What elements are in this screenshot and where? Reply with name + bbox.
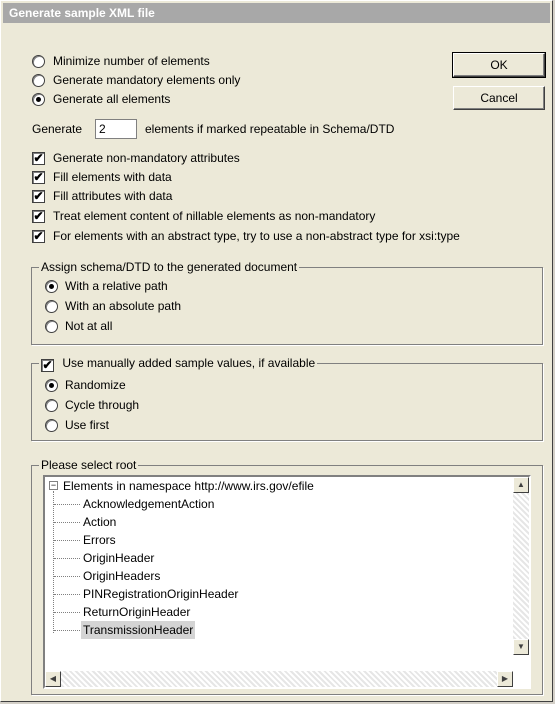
checkbox-fill-elements-label: Fill elements with data (53, 170, 172, 184)
radio-minimize-label: Minimize number of elements (53, 54, 210, 68)
radio-randomize[interactable] (45, 379, 58, 392)
minus-box-icon[interactable]: − (49, 481, 58, 490)
arrow-up-icon[interactable]: ▲ (513, 477, 529, 493)
title-bar: Generate sample XML file (3, 3, 550, 23)
tree-item[interactable]: OriginHeaders (83, 567, 160, 585)
ok-button[interactable]: OK (452, 52, 546, 78)
radio-absolute-path-label: With an absolute path (65, 299, 182, 313)
arrow-right-icon[interactable]: ▶ (497, 671, 513, 687)
root-tree-view[interactable]: − Elements in namespace http://www.irs.g… (43, 475, 531, 689)
arrow-left-icon[interactable]: ◀ (45, 671, 61, 687)
radio-mandatory-only[interactable] (32, 74, 45, 87)
radio-use-first-label: Use first (65, 418, 110, 432)
checkbox-nillable[interactable]: ✔ (32, 210, 45, 223)
checkbox-abstract-type-label: For elements with an abstract type, try … (53, 229, 460, 243)
tree-connector (54, 522, 80, 523)
radio-cycle-through-label: Cycle through (65, 398, 140, 412)
radio-not-at-all[interactable] (45, 320, 58, 333)
cancel-button[interactable]: Cancel (453, 86, 545, 110)
tree-connector (54, 594, 80, 595)
checkbox-fill-elements[interactable]: ✔ (32, 171, 45, 184)
checkbox-abstract-type[interactable]: ✔ (32, 230, 45, 243)
horizontal-scrollbar[interactable]: ◀ ▶ (45, 671, 513, 687)
tree-connector (54, 612, 80, 613)
radio-cycle-through[interactable] (45, 399, 58, 412)
tree-connector (54, 504, 80, 505)
root-select-legend: Please select root (39, 458, 139, 472)
window-title: Generate sample XML file (9, 6, 155, 20)
radio-relative-path-label: With a relative path (65, 279, 168, 293)
sample-values-legend-wrap: ✔ Use manually added sample values, if a… (39, 356, 318, 372)
repeat-count-input[interactable] (95, 119, 137, 139)
dialog-window: Generate sample XML file Minimize number… (0, 0, 553, 702)
tree-connector (54, 630, 80, 631)
arrow-down-icon[interactable]: ▼ (513, 639, 529, 655)
tree-item[interactable]: OriginHeader (83, 549, 154, 567)
tree-connector (54, 558, 80, 559)
checkbox-fill-attributes-label: Fill attributes with data (53, 189, 173, 203)
checkbox-nillable-label: Treat element content of nillable elemen… (53, 209, 376, 223)
radio-absolute-path[interactable] (45, 300, 58, 313)
tree-item-selected[interactable]: TransmissionHeader (81, 621, 196, 639)
radio-generate-all[interactable] (32, 93, 45, 106)
sample-values-legend: Use manually added sample values, if ava… (62, 356, 316, 370)
tree-item[interactable]: PINRegistrationOriginHeader (83, 585, 238, 603)
radio-not-at-all-label: Not at all (65, 319, 113, 333)
radio-minimize[interactable] (32, 55, 45, 68)
tree-connector (54, 540, 80, 541)
radio-use-first[interactable] (45, 419, 58, 432)
tree-item[interactable]: Errors (83, 531, 116, 549)
tree-item[interactable]: Action (83, 513, 116, 531)
assign-schema-legend: Assign schema/DTD to the generated docum… (39, 260, 300, 274)
tree-namespace-node[interactable]: Elements in namespace http://www.irs.gov… (63, 477, 314, 495)
checkbox-nonmandatory-attrs[interactable]: ✔ (32, 152, 45, 165)
radio-generate-all-label: Generate all elements (53, 92, 171, 106)
checkbox-fill-attributes[interactable]: ✔ (32, 190, 45, 203)
repeat-suffix-label: elements if marked repeatable in Schema/… (145, 122, 395, 136)
radio-mandatory-only-label: Generate mandatory elements only (53, 73, 241, 87)
radio-randomize-label: Randomize (65, 378, 126, 392)
checkbox-sample-values[interactable]: ✔ (41, 359, 54, 372)
tree-item[interactable]: ReturnOriginHeader (83, 603, 190, 621)
repeat-prefix-label: Generate (32, 122, 83, 136)
tree-item[interactable]: AcknowledgementAction (83, 495, 214, 513)
vertical-scrollbar[interactable]: ▲ ▼ (513, 477, 529, 655)
radio-relative-path[interactable] (45, 280, 58, 293)
tree-connector (54, 576, 80, 577)
checkbox-nonmandatory-attrs-label: Generate non-mandatory attributes (53, 151, 240, 165)
